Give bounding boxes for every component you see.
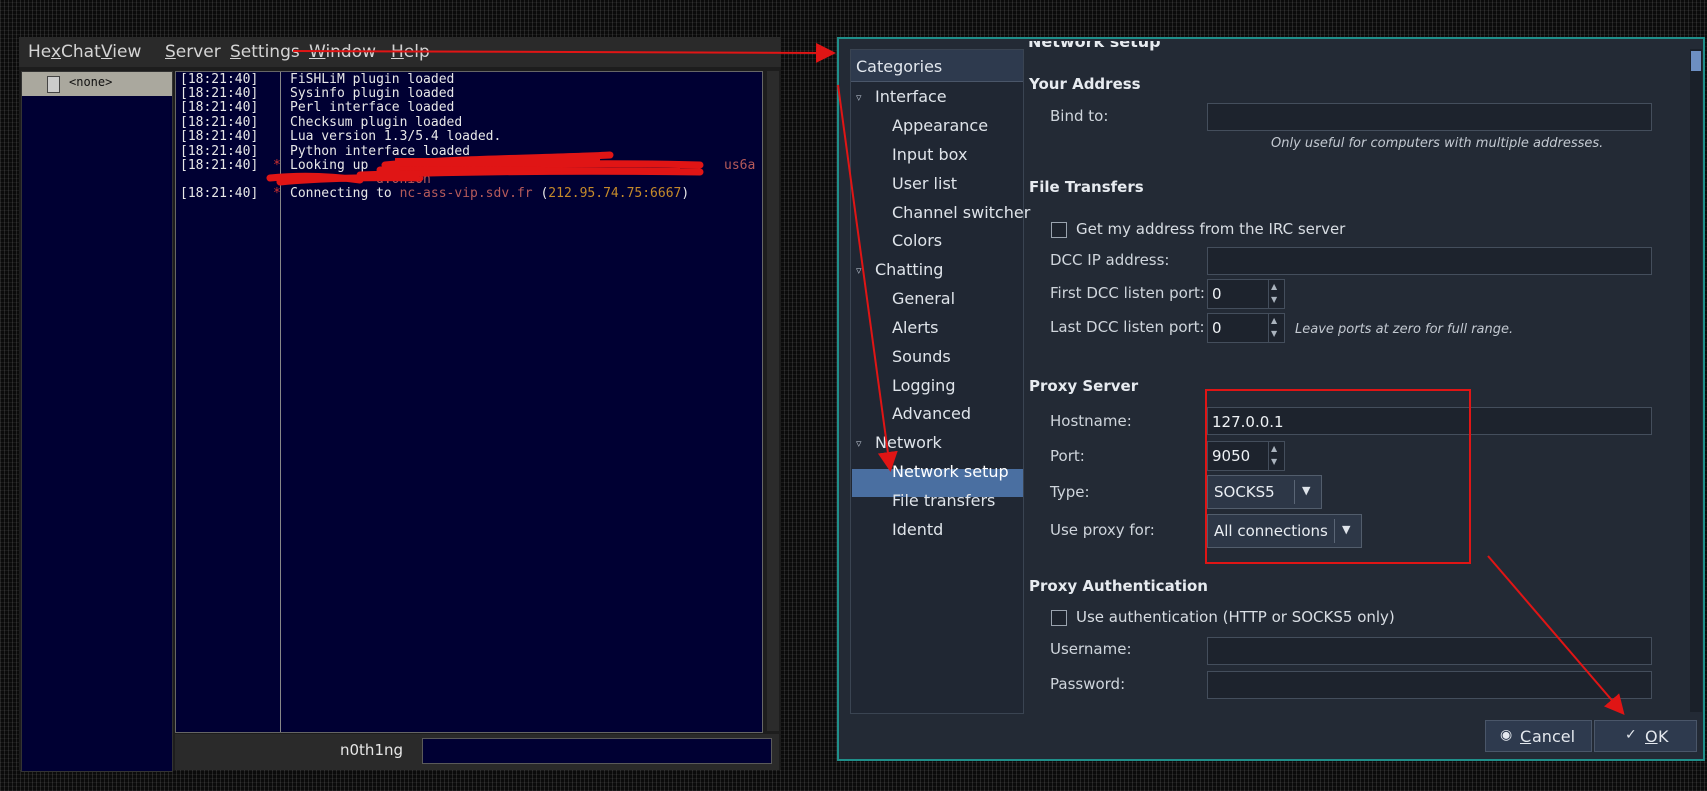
annotation-overlay [266,42,1625,716]
arrow-to-ok [1487,555,1625,716]
arrow-to-network-setup [837,84,898,472]
arrow-settings-to-dialog [292,42,836,63]
